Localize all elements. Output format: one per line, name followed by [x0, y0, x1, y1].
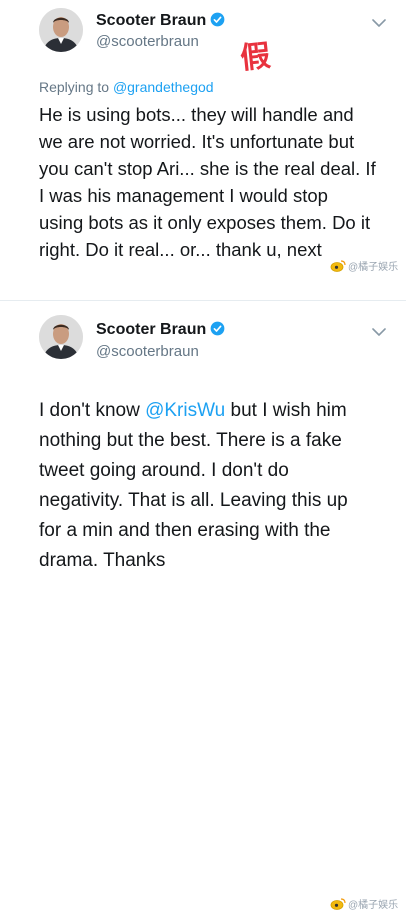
avatar-image	[39, 8, 83, 52]
chevron-down-icon[interactable]	[372, 327, 386, 337]
tweet-text: I don't know @KrisWu but I wish him noth…	[39, 396, 399, 576]
tweet-card: Scooter Braun @scooterbraun 假 Replying t…	[0, 0, 406, 300]
author-name-text[interactable]: Scooter Braun	[96, 321, 206, 338]
author-name[interactable]: Scooter Braun	[96, 12, 225, 30]
tweet-text-rest: but I wish him nothing but the best. The…	[39, 400, 348, 571]
replying-to: Replying to @grandethegod	[39, 79, 214, 95]
weibo-watermark: @橘子娱乐	[330, 258, 398, 273]
watermark-text: @橘子娱乐	[348, 900, 399, 911]
weibo-logo-icon	[330, 259, 346, 272]
weibo-watermark: @橘子娱乐	[330, 896, 398, 911]
mention-link[interactable]: @KrisWu	[145, 400, 225, 421]
replying-to-mention-link[interactable]: @grandethegod	[113, 79, 214, 95]
verified-badge-icon	[210, 12, 225, 27]
avatar[interactable]	[39, 315, 83, 359]
verified-badge-icon	[210, 321, 225, 336]
avatar[interactable]	[39, 8, 83, 52]
author-handle[interactable]: @scooterbraun	[96, 33, 199, 50]
author-name-text[interactable]: Scooter Braun	[96, 12, 206, 29]
weibo-logo-icon	[330, 897, 346, 910]
author-name[interactable]: Scooter Braun	[96, 321, 225, 339]
author-handle[interactable]: @scooterbraun	[96, 343, 199, 360]
tweet-text-start: I don't know	[39, 400, 146, 421]
chevron-down-icon[interactable]	[372, 18, 386, 28]
watermark-text: @橘子娱乐	[348, 262, 399, 273]
tweet-text: He is using bots... they will handle and…	[39, 104, 376, 260]
replying-to-prefix: Replying to	[39, 79, 110, 95]
fake-stamp: 假	[238, 38, 273, 77]
avatar-image	[39, 315, 83, 359]
tweet-card: Scooter Braun @scooterbraun I don't know…	[0, 300, 406, 911]
